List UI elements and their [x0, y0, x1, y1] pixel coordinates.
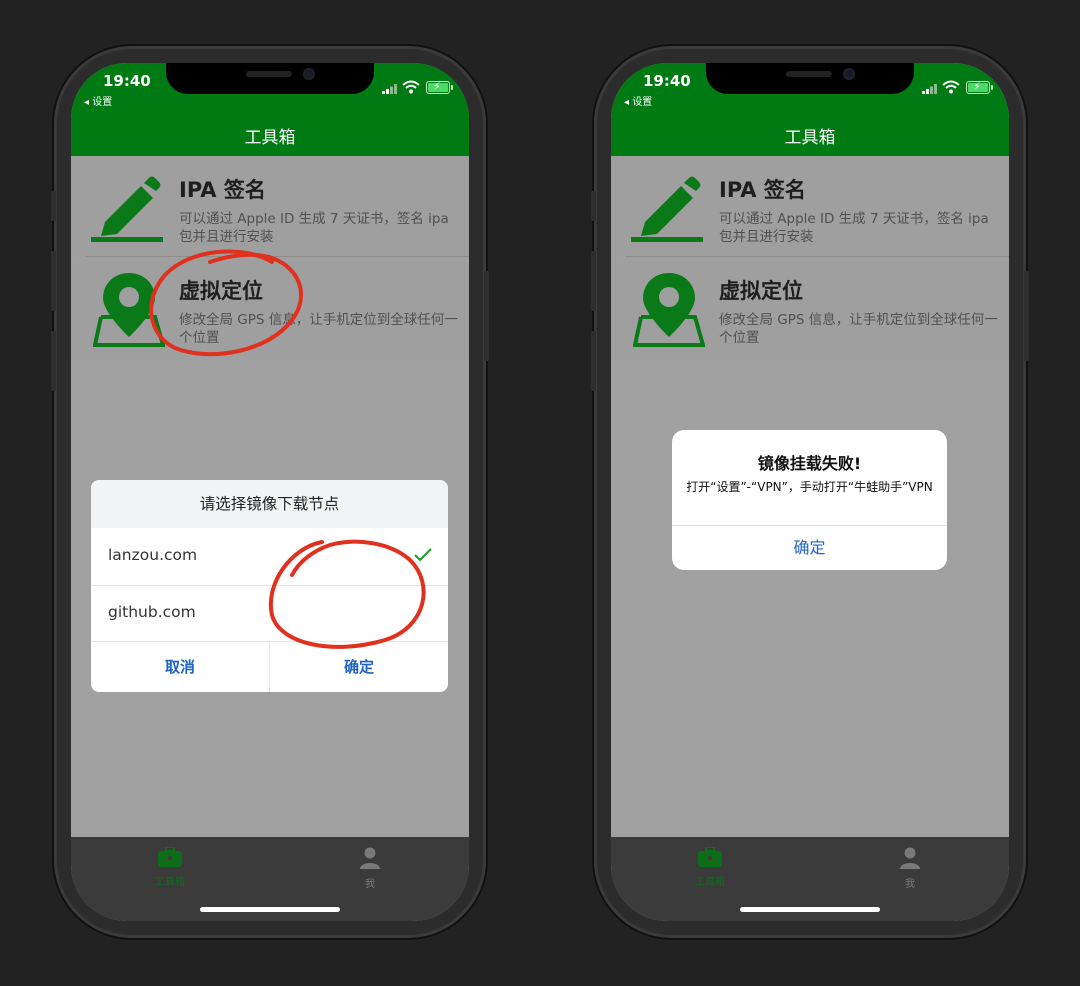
volume-down-button	[51, 331, 56, 391]
power-button	[484, 271, 489, 361]
map-pin-icon	[93, 273, 165, 347]
item-description: 可以通过 Apple ID 生成 7 天证书，签名 ipa 包并且进行安装	[179, 211, 449, 245]
tab-label: 我	[365, 879, 375, 890]
item-title: IPA 签名	[719, 178, 806, 202]
nav-title: 工具箱	[784, 128, 836, 148]
tab-label: 工具箱	[695, 877, 725, 888]
item-title: 虚拟定位	[719, 279, 803, 303]
item-description: 修改全局 GPS 信息，让手机定位到全球任何一个位置	[179, 312, 458, 346]
battery-icon: ⚡	[966, 80, 993, 94]
alert-title: 镜像挂载失败!	[757, 454, 862, 473]
nav-title: 工具箱	[244, 128, 296, 148]
screen: 工具箱 19:40 ◂ 设置 ⚡ IPA 签名 可以通过 Apple ID 生成…	[71, 63, 469, 921]
screen: 工具箱 19:40 ◂ 设置 ⚡ IPA 签名 可以通过 Apple ID 生成…	[611, 63, 1009, 921]
option-github[interactable]: github.com	[91, 586, 448, 642]
tab-me[interactable]: 我	[870, 847, 950, 890]
volume-down-button	[591, 331, 596, 391]
tab-toolbox[interactable]: 工具箱	[130, 846, 210, 888]
alert-confirm-button[interactable]: 确定	[672, 526, 947, 570]
mute-switch	[51, 191, 56, 221]
alert-message: 打开“设置”-“VPN”，手动打开“牛蛙助手”VPN	[686, 480, 933, 494]
item-description: 可以通过 Apple ID 生成 7 天证书，签名 ipa 包并且进行安装	[719, 211, 989, 245]
phone-left: 工具箱 19:40 ◂ 设置 ⚡ IPA 签名 可以通过 Apple ID 生成…	[51, 46, 489, 938]
phone-right: 工具箱 19:40 ◂ 设置 ⚡ IPA 签名 可以通过 Apple ID 生成…	[591, 46, 1029, 938]
home-indicator	[200, 907, 340, 912]
status-time: 19:40	[643, 72, 691, 90]
dialog-title: 请选择镜像下载节点	[91, 480, 448, 528]
mirror-node-picker-dialog: 请选择镜像下载节点 lanzou.com github.com 取消 确定	[91, 480, 448, 692]
option-label: github.com	[108, 603, 196, 621]
cellular-signal-icon	[922, 84, 937, 94]
home-indicator	[740, 907, 880, 912]
notch	[706, 63, 914, 94]
battery-icon: ⚡	[426, 80, 453, 94]
list-item-virtual-location[interactable]: 虚拟定位 修改全局 GPS 信息，让手机定位到全球任何一个位置	[71, 257, 469, 357]
tab-label: 工具箱	[155, 877, 185, 888]
tab-label: 我	[905, 879, 915, 890]
status-time: 19:40	[103, 72, 151, 90]
list-item-ipa-sign[interactable]: IPA 签名 可以通过 Apple ID 生成 7 天证书，签名 ipa 包并且…	[71, 156, 469, 256]
back-to-settings-link[interactable]: ◂ 设置	[624, 93, 652, 108]
cellular-signal-icon	[382, 84, 397, 94]
notch	[166, 63, 374, 94]
map-pin-icon	[633, 273, 705, 347]
volume-up-button	[51, 251, 56, 311]
item-title: IPA 签名	[179, 178, 266, 202]
option-label: lanzou.com	[108, 546, 198, 564]
power-button	[1024, 271, 1029, 361]
toolbox-icon	[158, 846, 182, 867]
checkmark-icon	[414, 548, 432, 562]
cancel-button[interactable]: 取消	[91, 642, 269, 692]
person-icon	[900, 847, 920, 869]
mount-failed-alert: 镜像挂载失败! 打开“设置”-“VPN”，手动打开“牛蛙助手”VPN 确定	[672, 430, 947, 570]
tab-toolbox[interactable]: 工具箱	[670, 846, 750, 888]
option-lanzou[interactable]: lanzou.com	[91, 529, 448, 585]
mute-switch	[591, 191, 596, 221]
volume-up-button	[591, 251, 596, 311]
item-title: 虚拟定位	[179, 279, 263, 303]
person-icon	[360, 847, 380, 869]
item-description: 修改全局 GPS 信息，让手机定位到全球任何一个位置	[719, 312, 998, 346]
pencil-icon	[631, 176, 703, 242]
tool-list: IPA 签名 可以通过 Apple ID 生成 7 天证书，签名 ipa 包并且…	[71, 156, 469, 836]
back-to-settings-link[interactable]: ◂ 设置	[84, 93, 112, 108]
toolbox-icon	[698, 846, 722, 867]
confirm-button[interactable]: 确定	[270, 642, 448, 692]
list-item-virtual-location[interactable]: 虚拟定位 修改全局 GPS 信息，让手机定位到全球任何一个位置	[611, 257, 1009, 357]
wifi-icon	[402, 80, 420, 94]
pencil-icon	[91, 176, 163, 242]
wifi-icon	[942, 80, 960, 94]
list-item-ipa-sign[interactable]: IPA 签名 可以通过 Apple ID 生成 7 天证书，签名 ipa 包并且…	[611, 156, 1009, 256]
tab-me[interactable]: 我	[330, 847, 410, 890]
